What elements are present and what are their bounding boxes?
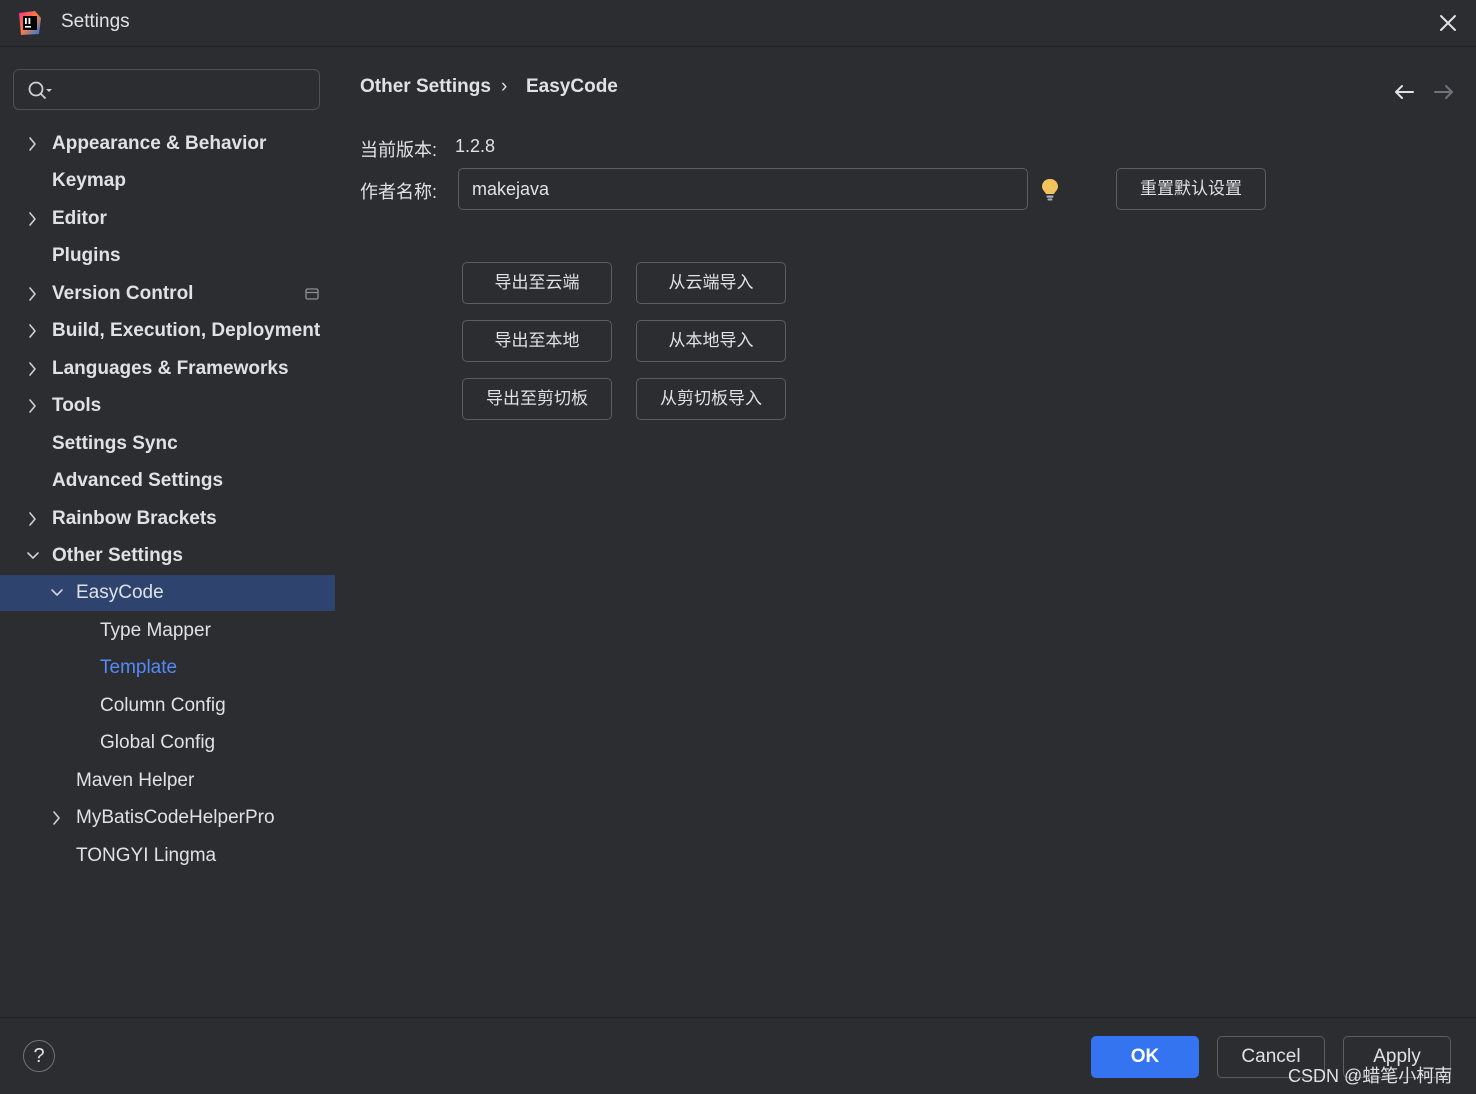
title-bar: Settings: [0, 0, 1476, 47]
sidebar-item-settings-sync[interactable]: Settings Sync: [0, 426, 335, 462]
apply-button[interactable]: Apply: [1343, 1036, 1451, 1078]
export-clipboard-button[interactable]: 导出至剪切板: [462, 378, 612, 420]
sidebar-item-tongyi-lingma[interactable]: TONGYI Lingma: [0, 838, 335, 874]
sidebar-item-mybatiscodehelperpro[interactable]: MyBatisCodeHelperPro: [0, 800, 335, 836]
main-panel: Other Settings › EasyCode 当前版本: 1.2.8 作者…: [336, 47, 1476, 1017]
author-name-field[interactable]: [458, 168, 1028, 210]
import-cloud-button[interactable]: 从云端导入: [636, 262, 786, 304]
settings-sidebar: Appearance & Behavior Keymap Editor Plugins…: [0, 47, 335, 1017]
sidebar-item-label: Plugins: [52, 245, 121, 266]
breadcrumb-separator: ›: [501, 76, 508, 97]
sidebar-item-label: TONGYI Lingma: [76, 845, 217, 866]
sidebar-item-appearance-behavior[interactable]: Appearance & Behavior: [0, 126, 335, 162]
import-clipboard-button[interactable]: 从剪切板导入: [636, 378, 786, 420]
intellij-idea-logo-icon: [19, 11, 41, 35]
sidebar-item-template[interactable]: Template: [0, 650, 335, 686]
dialog-footer: ? OK Cancel Apply CSDN @蜡笔小柯南: [0, 1017, 1476, 1094]
sidebar-item-rainbow-brackets[interactable]: Rainbow Brackets: [0, 501, 335, 537]
version-label: 当前版本:: [360, 140, 438, 160]
chevron-right-icon[interactable]: [26, 361, 40, 377]
sidebar-item-type-mapper[interactable]: Type Mapper: [0, 613, 335, 649]
chevron-right-icon[interactable]: [26, 398, 40, 414]
sidebar-item-label: Tools: [52, 395, 102, 416]
breadcrumb-parent[interactable]: Other Settings: [360, 76, 491, 98]
ok-button[interactable]: OK: [1091, 1036, 1199, 1078]
sidebar-item-keymap[interactable]: Keymap: [0, 163, 335, 199]
sidebar-item-languages-frameworks[interactable]: Languages & Frameworks: [0, 351, 335, 387]
sidebar-item-label: Appearance & Behavior: [52, 133, 267, 154]
lightbulb-icon[interactable]: [1040, 177, 1060, 203]
sidebar-item-label: Build, Execution, Deployment: [52, 320, 321, 341]
sidebar-item-maven-helper[interactable]: Maven Helper: [0, 763, 335, 799]
chevron-right-icon[interactable]: [26, 211, 40, 227]
sidebar-item-label: Global Config: [100, 732, 216, 753]
window-title: Settings: [61, 11, 130, 32]
version-value: 1.2.8: [455, 136, 496, 156]
export-cloud-button[interactable]: 导出至云端: [462, 262, 612, 304]
sidebar-item-label: MyBatisCodeHelperPro: [76, 807, 275, 828]
sidebar-item-build-execution-deployment[interactable]: Build, Execution, Deployment: [0, 313, 335, 349]
import-local-button[interactable]: 从本地导入: [636, 320, 786, 362]
chevron-right-icon[interactable]: [26, 511, 40, 527]
sidebar-item-version-control[interactable]: Version Control: [0, 276, 335, 312]
forward-arrow-icon[interactable]: [1432, 81, 1456, 103]
sidebar-item-label: EasyCode: [76, 582, 164, 603]
sidebar-item-column-config[interactable]: Column Config: [0, 688, 335, 724]
export-local-button[interactable]: 导出至本地: [462, 320, 612, 362]
sidebar-item-easycode[interactable]: EasyCode: [0, 575, 335, 611]
sidebar-item-label: Column Config: [100, 695, 226, 716]
sidebar-item-label: Settings Sync: [52, 433, 178, 454]
help-button[interactable]: ?: [23, 1040, 55, 1072]
sidebar-item-label: Languages & Frameworks: [52, 358, 289, 379]
chevron-right-icon[interactable]: [50, 810, 64, 826]
close-icon[interactable]: [1434, 9, 1462, 37]
sidebar-item-label: Maven Helper: [76, 770, 195, 791]
sidebar-item-plugins[interactable]: Plugins: [0, 238, 335, 274]
sidebar-item-label: Advanced Settings: [52, 470, 224, 491]
chevron-right-icon[interactable]: [26, 136, 40, 152]
sidebar-item-label: Type Mapper: [100, 620, 211, 641]
sidebar-item-global-config[interactable]: Global Config: [0, 725, 335, 761]
project-level-icon: [305, 288, 319, 300]
sidebar-item-label: Keymap: [52, 170, 126, 191]
author-label: 作者名称:: [360, 182, 438, 202]
cancel-button[interactable]: Cancel: [1217, 1036, 1325, 1078]
back-arrow-icon[interactable]: [1392, 81, 1416, 103]
search-icon[interactable]: [27, 80, 53, 102]
sidebar-item-tools[interactable]: Tools: [0, 388, 335, 424]
sidebar-item-label: Template: [100, 657, 178, 678]
sidebar-item-other-settings[interactable]: Other Settings: [0, 538, 335, 574]
reset-defaults-button[interactable]: 重置默认设置: [1116, 168, 1266, 210]
sidebar-item-label: Version Control: [52, 283, 194, 304]
sidebar-item-advanced-settings[interactable]: Advanced Settings: [0, 463, 335, 499]
breadcrumb-current: EasyCode: [526, 76, 618, 97]
chevron-down-icon[interactable]: [50, 585, 64, 601]
sidebar-item-label: Editor: [52, 208, 107, 229]
sidebar-item-label: Other Settings: [52, 545, 183, 566]
search-input[interactable]: [58, 76, 312, 106]
search-box[interactable]: [13, 69, 320, 110]
sidebar-item-editor[interactable]: Editor: [0, 201, 335, 237]
chevron-right-icon[interactable]: [26, 286, 40, 302]
sidebar-item-label: Rainbow Brackets: [52, 508, 217, 529]
chevron-right-icon[interactable]: [26, 323, 40, 339]
chevron-down-icon[interactable]: [26, 548, 40, 564]
